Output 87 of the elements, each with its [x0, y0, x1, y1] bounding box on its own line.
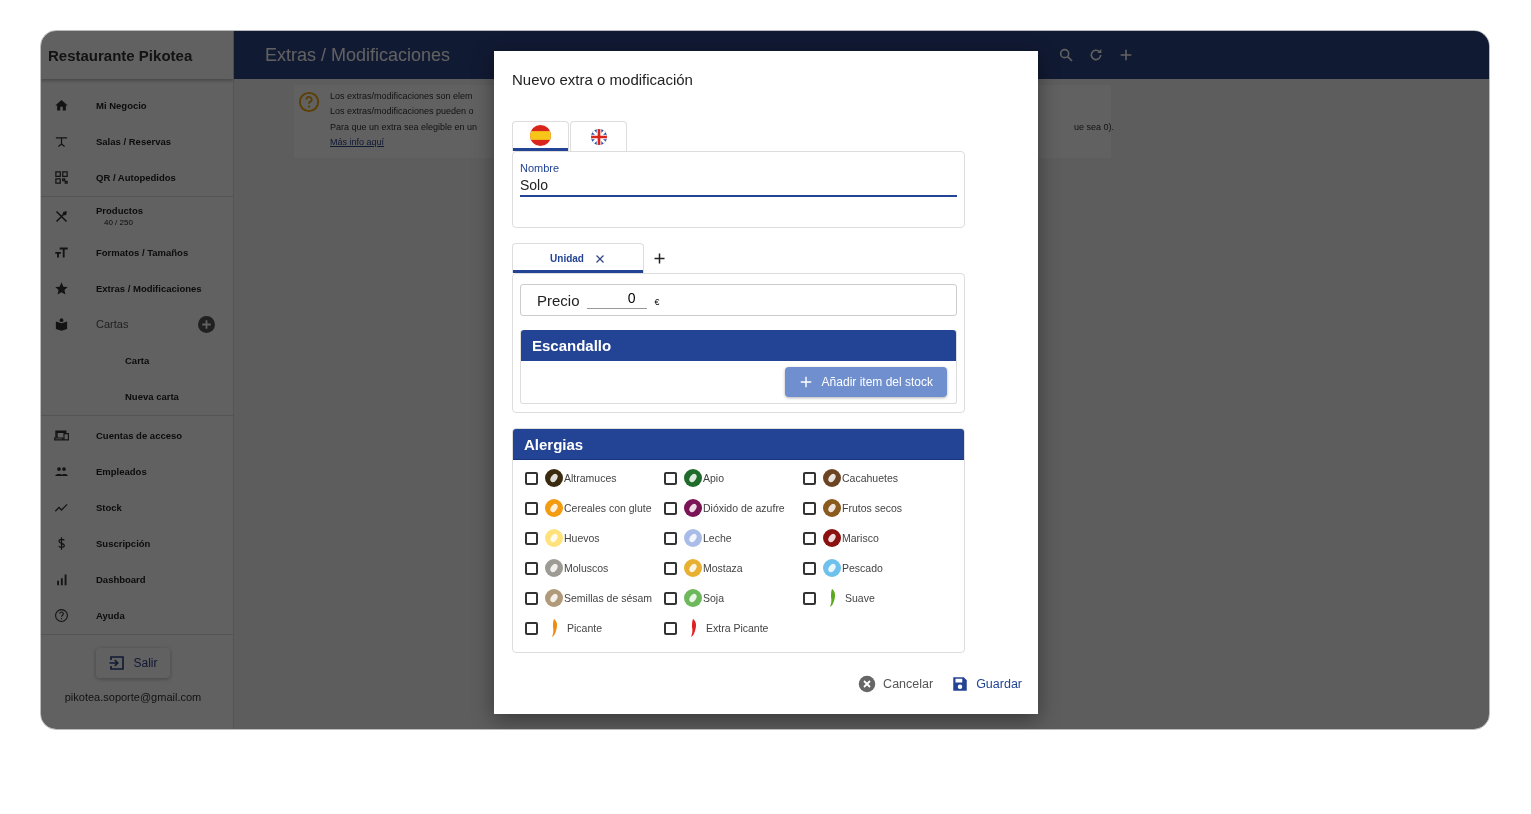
- section-header: Escandallo: [521, 330, 956, 361]
- allergen-label: Soja: [703, 592, 724, 604]
- close-icon[interactable]: [593, 252, 606, 265]
- info-text: ue sea 0).: [1074, 120, 1115, 134]
- sidebar-subitem[interactable]: Carta: [41, 342, 233, 378]
- logout-icon: [108, 654, 127, 672]
- checkbox[interactable]: [803, 561, 816, 575]
- checkbox[interactable]: [664, 501, 677, 515]
- info-text: Para que un extra sea elegible en un: [330, 120, 479, 134]
- language-tab[interactable]: [570, 121, 627, 151]
- language-tab[interactable]: [512, 121, 569, 151]
- spain-flag-icon: [530, 125, 551, 146]
- info-text: Los extras/modificaciones pueden o: [330, 105, 475, 119]
- sidebar-item[interactable]: Suscripción: [41, 525, 233, 561]
- checkbox[interactable]: [525, 501, 538, 515]
- sidebar-item[interactable]: Extras / Modificaciones: [41, 270, 233, 306]
- allergen-label: Leche: [703, 532, 732, 544]
- allergen-label: Apio: [703, 472, 724, 484]
- checkbox[interactable]: [664, 591, 677, 605]
- sidebar-item[interactable]: Cartas: [41, 306, 233, 342]
- allergen-label: Picante: [567, 622, 603, 634]
- checkbox[interactable]: [803, 531, 816, 545]
- checkbox[interactable]: [803, 471, 816, 485]
- name-field[interactable]: Nombre Solo: [520, 162, 957, 197]
- allergen-label: Cereales con glute: [564, 502, 652, 514]
- uk-flag-icon: [590, 128, 607, 145]
- qr-code-icon: [54, 169, 69, 185]
- search-icon[interactable]: [1058, 47, 1074, 63]
- allergen-label: Huevos: [564, 532, 600, 544]
- save-button[interactable]: Guardar: [951, 674, 1022, 694]
- price-field[interactable]: 0: [586, 287, 647, 309]
- allergen-label: Semillas de sésam: [564, 592, 653, 604]
- checkbox[interactable]: [525, 471, 538, 485]
- sidebar-item[interactable]: Productos 40 / 250: [41, 198, 233, 234]
- sidebar-subitem[interactable]: Nueva carta: [41, 378, 233, 414]
- checkbox[interactable]: [525, 531, 538, 545]
- add-circle-icon[interactable]: [198, 315, 215, 333]
- sidebar-item[interactable]: Stock: [41, 489, 233, 525]
- help-icon: [298, 91, 320, 113]
- variant-tab[interactable]: Unidad: [512, 243, 644, 273]
- sidebar-item[interactable]: QR / Autopedidos: [41, 159, 233, 195]
- sidebar-item[interactable]: Salas / Reservas: [41, 123, 233, 159]
- sidebar-item[interactable]: Dashboard: [41, 561, 233, 597]
- sidebar-item[interactable]: Cuentas de acceso: [41, 417, 233, 453]
- book-icon: [54, 316, 69, 332]
- sidebar-item[interactable]: Empleados: [41, 453, 233, 489]
- star-icon: [54, 280, 69, 296]
- info-text: Los extras/modificaciones son elem: [330, 90, 474, 103]
- utensils-icon: [54, 208, 69, 224]
- allergen-label: Marisco: [842, 532, 879, 544]
- checkbox[interactable]: [664, 621, 677, 635]
- sidebar-item[interactable]: Ayuda: [41, 597, 233, 633]
- checkbox[interactable]: [664, 531, 677, 545]
- page-title: Extras / Modificaciones: [265, 44, 451, 66]
- checkbox[interactable]: [525, 621, 538, 635]
- checkbox[interactable]: [525, 591, 538, 605]
- devices-icon: [54, 427, 69, 443]
- checkbox[interactable]: [664, 471, 677, 485]
- close-circle-icon: [858, 675, 877, 693]
- help-icon: [54, 607, 69, 623]
- add-stock-button[interactable]: Añadir item del stock: [784, 367, 947, 397]
- dialog-title: Nuevo extra o modificación: [512, 71, 694, 89]
- home-icon: [54, 97, 69, 113]
- allergen-label: Extra Picante: [706, 622, 769, 634]
- allergen-label: Dióxido de azufre: [703, 502, 785, 514]
- logout-button[interactable]: Salir: [96, 648, 170, 678]
- allergen-label: Suave: [845, 592, 875, 604]
- refresh-icon[interactable]: [1088, 47, 1104, 63]
- allergen-label: Altramuces: [564, 472, 617, 484]
- checkbox[interactable]: [664, 561, 677, 575]
- app-title: Restaurante Pikotea: [48, 46, 193, 64]
- price-label: Precio: [537, 291, 580, 309]
- checkbox[interactable]: [525, 561, 538, 575]
- section-header: Alergias: [513, 429, 964, 460]
- allergen-label: Moluscos: [564, 562, 609, 574]
- plus-icon: [798, 375, 813, 389]
- currency-label: €: [654, 297, 660, 307]
- cancel-button[interactable]: Cancelar: [858, 674, 934, 694]
- allergen-label: Pescado: [842, 562, 883, 574]
- allergen-label: Frutos secos: [842, 502, 903, 514]
- allergen-label: Mostaza: [703, 562, 743, 574]
- allergen-label: Cacahuetes: [842, 472, 899, 484]
- checkbox[interactable]: [803, 591, 816, 605]
- sidebar-item[interactable]: Formatos / Tamaños: [41, 234, 233, 270]
- sidebar-item[interactable]: Mi Negocio: [41, 87, 233, 123]
- email-text: pikotea.soporte@gmail.com: [63, 691, 203, 703]
- checkbox[interactable]: [803, 501, 816, 515]
